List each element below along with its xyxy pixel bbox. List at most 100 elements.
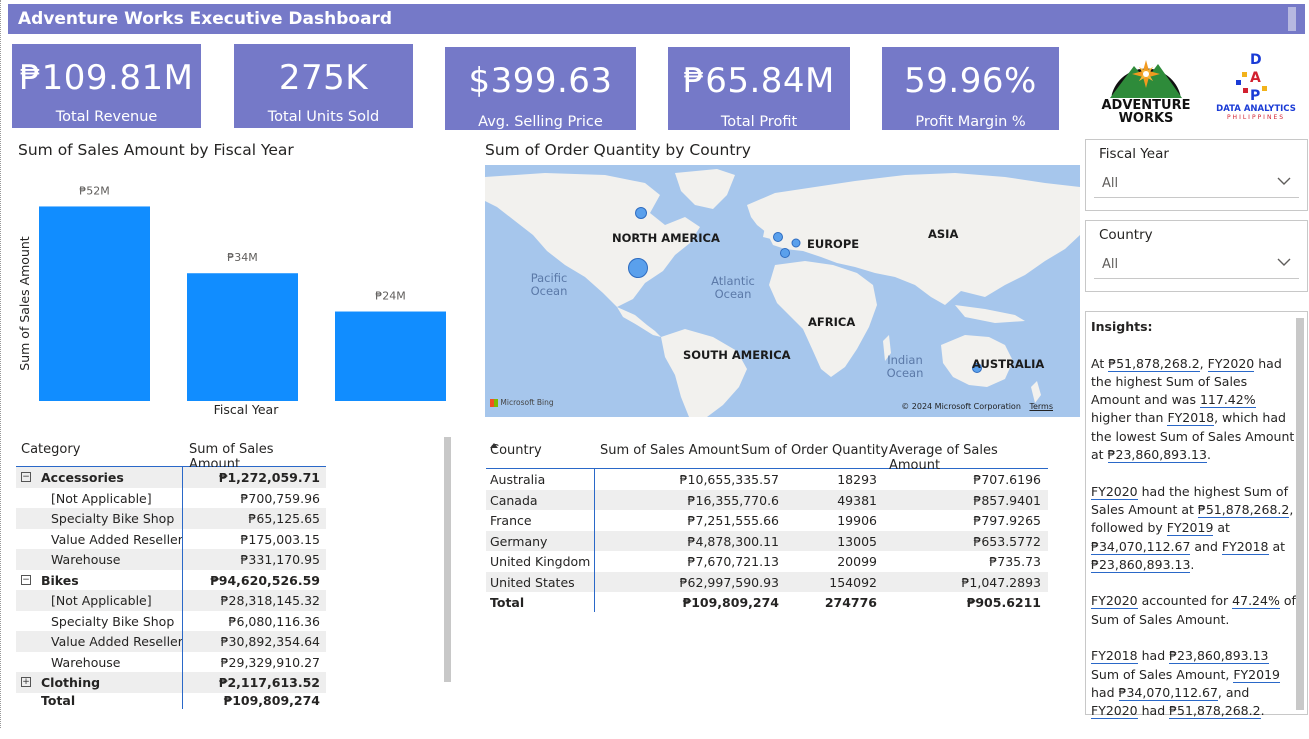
cell-sum-sales: ₱62,997,590.93 [679, 574, 779, 590]
matrix-total-value: ₱109,809,274 [223, 693, 320, 708]
canvas-edge [0, 0, 2, 728]
slicer-country: Country All [1085, 220, 1308, 292]
kpi-card-total-profit: ₱65.84M Total Profit [668, 47, 850, 130]
fiscal-year-dropdown[interactable]: All [1094, 170, 1299, 198]
country-dropdown[interactable]: All [1094, 251, 1299, 279]
matrix-subcategory-row[interactable]: Value Added Reseller ₱30,892,354.64 [16, 631, 326, 652]
matrix-subcategory-row[interactable]: Specialty Bike Shop ₱6,080,116.36 [16, 611, 326, 632]
expand-icon[interactable]: + [21, 677, 31, 687]
matrix-subcategory-row[interactable]: Warehouse ₱29,329,910.27 [16, 652, 326, 673]
ocean-label-atlantic: Atlantic Ocean [711, 274, 755, 301]
kpi-value: ₱109.81M [19, 58, 194, 98]
dap-text-line2: PHILIPPINES [1226, 114, 1286, 121]
kpi-card-avg-selling-price: $399.63 Avg. Selling Price [445, 47, 636, 130]
insight-paragraph-1: At ₱51,878,268.2, FY2020 had the highest… [1091, 355, 1295, 464]
header-sum-order-qty[interactable]: Sum of Order Quantity [741, 443, 888, 458]
page-title: Adventure Works Executive Dashboard [18, 9, 393, 29]
row-label: [Not Applicable] [51, 490, 152, 506]
map-visual[interactable]: NORTH AMERICA EUROPE ASIA AFRICA SOUTH A… [485, 165, 1080, 417]
dropdown-value: All [1102, 176, 1119, 191]
kpi-label: Avg. Selling Price [478, 114, 603, 130]
new-zealand-landmass [1031, 381, 1041, 403]
matrix-category-row[interactable]: + Clothing ₱2,117,613.52 [16, 672, 326, 693]
matrix-subcategory-row[interactable]: Warehouse ₱331,170.95 [16, 549, 326, 570]
matrix-total-label: Total [41, 693, 76, 708]
cell-order-qty: 13005 [837, 533, 877, 549]
matrix-scrollbar[interactable] [444, 437, 451, 682]
row-label: Value Added Reseller [51, 531, 183, 547]
table-header: Country Sum of Sales Amount Sum of Order… [486, 437, 1048, 473]
row-label: Bikes [41, 572, 79, 588]
cell-country: Canada [490, 492, 538, 508]
cell-avg-sales: ₱905.6211 [966, 595, 1041, 610]
bing-text: Microsoft Bing [500, 398, 554, 407]
bar-fy2019[interactable] [187, 273, 298, 401]
table-body: Australia ₱10,655,335.57 18293 ₱707.6196 Can… [486, 469, 1048, 613]
matrix-category-row[interactable]: − Bikes ₱94,620,526.59 [16, 570, 326, 591]
insights-text: Insights: At ₱51,878,268.2, FY2020 had t… [1091, 318, 1296, 739]
matrix-subcategory-row[interactable]: Specialty Bike Shop ₱65,125.65 [16, 508, 326, 529]
cell-order-qty: 20099 [837, 554, 877, 569]
se-asia-islands [955, 305, 1025, 323]
cell-order-qty: 19906 [837, 513, 877, 528]
header-category[interactable]: Category [21, 442, 80, 457]
bar-data-label: ₱52M [79, 184, 110, 197]
table-row[interactable]: Germany ₱4,878,300.11 13005 ₱653.5772 [486, 530, 1048, 551]
bar-fy2018[interactable] [335, 311, 446, 401]
row-value: ₱29,329,910.27 [220, 654, 320, 670]
row-label: Warehouse [51, 654, 121, 670]
bubble-united-states [628, 258, 648, 278]
cell-avg-sales: ₱653.5772 [973, 533, 1041, 549]
cell-country: United States [490, 574, 575, 590]
terms-link[interactable]: Terms [1029, 402, 1053, 411]
row-value: ₱30,892,354.64 [220, 634, 320, 649]
kpi-value: 59.96% [904, 61, 1037, 101]
cell-sum-sales: ₱16,355,770.6 [687, 492, 779, 508]
row-value: ₱1,272,059.71 [218, 470, 320, 485]
row-label: Specialty Bike Shop [51, 613, 175, 629]
cell-avg-sales: ₱1,047.2893 [961, 574, 1041, 590]
cell-order-qty: 49381 [837, 492, 877, 508]
logo-text-line2: WORKS [1118, 111, 1174, 126]
row-value: ₱6,080,116.36 [228, 613, 320, 629]
cell-avg-sales: ₱797.9265 [973, 513, 1041, 528]
bubble-france [780, 248, 790, 258]
cell-country: United Kingdom [490, 554, 591, 569]
table-row[interactable]: United Kingdom ₱7,670,721.13 20099 ₱735.73 [486, 551, 1048, 572]
row-label: Value Added Reseller [51, 634, 183, 649]
bing-attribution[interactable]: Microsoft Bing [490, 398, 554, 407]
insights-scrollbar[interactable] [1296, 318, 1304, 710]
kpi-value: 275K [278, 58, 369, 98]
bubble-united-kingdom [773, 232, 783, 242]
matrix-category-row[interactable]: − Accessories ₱1,272,059.71 [16, 467, 326, 488]
row-label: Clothing [41, 675, 101, 690]
matrix-subcategory-row[interactable]: Value Added Reseller ₱175,003.15 [16, 529, 326, 550]
bar-chart: ₱52M ₱34M ₱24M Sum of Sales Amount Fiscal Ye… [12, 170, 462, 420]
cell-order-qty: 154092 [829, 574, 877, 590]
bubble-canada [635, 207, 647, 219]
table-row[interactable]: France ₱7,251,555.66 19906 ₱797.9265 [486, 510, 1048, 531]
matrix-subcategory-row[interactable]: [Not Applicable] ₱28,318,145.32 [16, 590, 326, 611]
cell-country: France [490, 513, 532, 528]
table-row[interactable]: Canada ₱16,355,770.6 49381 ₱857.9401 [486, 489, 1048, 510]
table-total-row[interactable]: Total ₱109,809,274 274776 ₱905.6211 [486, 592, 1048, 613]
insights-heading: Insights: [1091, 319, 1153, 334]
table-row[interactable]: United States ₱62,997,590.93 154092 ₱1,047.… [486, 571, 1048, 592]
category-matrix: Category Sum of Sales Amount − Accessorie… [16, 437, 326, 709]
copyright-text: © 2024 Microsoft Corporation [901, 402, 1021, 411]
header-sum-sales[interactable]: Sum of Sales Amount [600, 443, 740, 458]
collapse-icon[interactable]: − [21, 574, 31, 585]
title-scrollbar[interactable] [1288, 7, 1296, 31]
map-label-south-america: SOUTH AMERICA [683, 348, 791, 362]
bar-fy2020[interactable] [39, 206, 150, 401]
bar-data-label: ₱34M [227, 251, 258, 264]
svg-text:A: A [1250, 70, 1261, 86]
sort-ascending-icon[interactable] [490, 443, 498, 448]
matrix-subcategory-row[interactable]: [Not Applicable] ₱700,759.96 [16, 488, 326, 509]
collapse-icon[interactable]: − [21, 472, 31, 482]
data-analytics-philippines-logo: D A P DATA ANALYTICS PHILIPPINES [1210, 50, 1302, 124]
cell-avg-sales: ₱735.73 [989, 554, 1041, 569]
kpi-label: Total Units Sold [267, 109, 380, 125]
table-row[interactable]: Australia ₱10,655,335.57 18293 ₱707.6196 [486, 469, 1048, 490]
column-divider [182, 467, 183, 709]
